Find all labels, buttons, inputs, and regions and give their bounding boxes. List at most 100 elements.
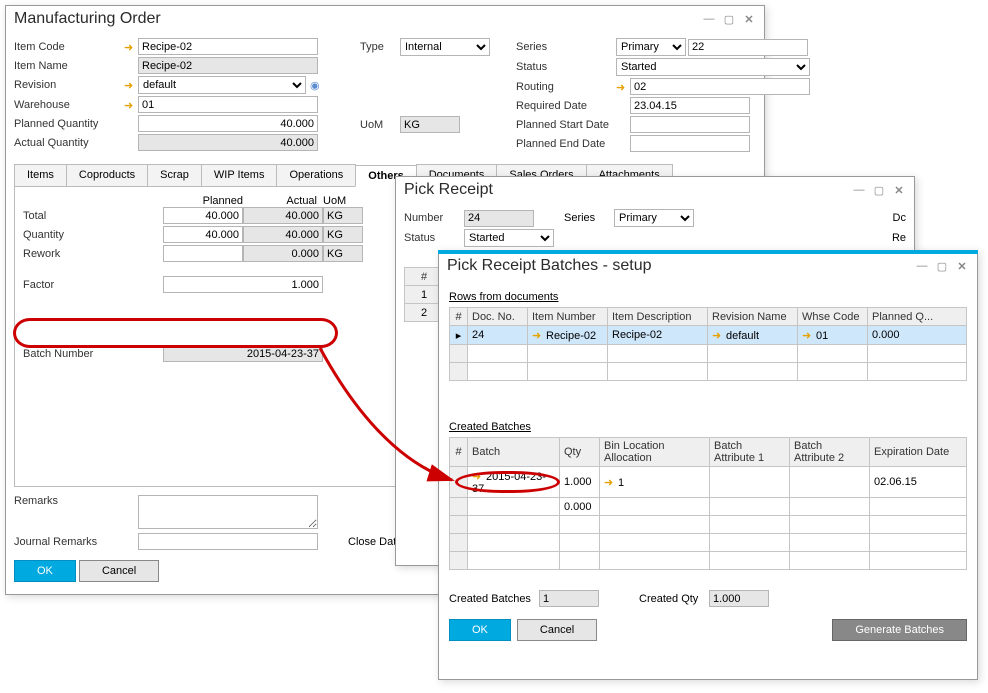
- arrow-icon[interactable]: [124, 98, 136, 112]
- qty-planned-input[interactable]: [163, 226, 243, 243]
- label-number: Number: [404, 212, 464, 224]
- info-icon[interactable]: ◉: [310, 79, 320, 92]
- prb-titlebar: Pick Receipt Batches - setup — ▢ ✕: [439, 253, 977, 281]
- cancel-button[interactable]: Cancel: [79, 560, 159, 582]
- tab-operations[interactable]: Operations: [276, 164, 356, 186]
- docs-row-empty[interactable]: [450, 345, 967, 363]
- ok-button[interactable]: OK: [449, 619, 511, 641]
- planned-start-input[interactable]: [630, 116, 750, 133]
- planned-qty-input[interactable]: [138, 115, 318, 132]
- col-bin[interactable]: Bin Location Allocation: [600, 438, 710, 467]
- created-batches-input: [539, 590, 599, 607]
- series-select[interactable]: Primary: [616, 38, 686, 56]
- planned-end-input[interactable]: [630, 135, 750, 152]
- pick-receipt-batches-window: Pick Receipt Batches - setup — ▢ ✕ Rows …: [438, 250, 978, 680]
- label-quantity: Quantity: [23, 229, 163, 241]
- ok-button[interactable]: OK: [14, 560, 76, 582]
- label-planned-start: Planned Start Date: [516, 119, 616, 131]
- batch-row-empty[interactable]: [450, 534, 967, 552]
- rework-planned-input[interactable]: [163, 245, 243, 262]
- col-whse[interactable]: Whse Code: [798, 308, 868, 326]
- minimize-icon[interactable]: —: [702, 13, 716, 26]
- mo-window-controls: — ▢ ✕: [702, 13, 756, 26]
- batch-row-empty[interactable]: [450, 552, 967, 570]
- arrow-icon[interactable]: [712, 328, 724, 342]
- label-created-qty: Created Qty: [639, 593, 709, 605]
- batch-row[interactable]: 2015-04-23-37 1.000 1 02.06.15: [450, 467, 967, 498]
- close-icon[interactable]: ✕: [955, 260, 969, 273]
- cell-item-no: Recipe-02: [546, 330, 596, 342]
- label-uom: UoM: [360, 119, 400, 131]
- series-no-input[interactable]: [688, 39, 808, 56]
- col-hash: #: [450, 308, 468, 326]
- prb-window-controls: — ▢ ✕: [915, 260, 969, 273]
- arrow-icon[interactable]: [472, 469, 484, 483]
- col-doc-no[interactable]: Doc. No.: [468, 308, 528, 326]
- tab-scrap[interactable]: Scrap: [147, 164, 202, 186]
- section-created-batches: Created Batches: [449, 421, 967, 433]
- prb-title: Pick Receipt Batches - setup: [447, 257, 652, 275]
- item-code-input[interactable]: [138, 38, 318, 55]
- col-actual: Actual: [243, 195, 323, 207]
- col-exp[interactable]: Expiration Date: [870, 438, 967, 467]
- cell-qty: 1.000: [560, 467, 600, 498]
- arrow-icon[interactable]: [532, 328, 544, 342]
- cell-doc-no: 24: [468, 326, 528, 345]
- arrow-icon[interactable]: [124, 40, 136, 54]
- tab-items[interactable]: Items: [14, 164, 67, 186]
- batch-number-input: [163, 345, 323, 362]
- arrow-icon[interactable]: [802, 328, 814, 342]
- col-qty[interactable]: Qty: [560, 438, 600, 467]
- type-select[interactable]: Internal: [400, 38, 490, 56]
- col-batch[interactable]: Batch: [468, 438, 560, 467]
- rework-actual-input: [243, 245, 323, 262]
- label-batch-number: Batch Number: [23, 348, 163, 360]
- col-hash: #: [450, 438, 468, 467]
- close-icon[interactable]: ✕: [742, 13, 756, 26]
- label-item-code: Item Code: [14, 41, 124, 53]
- batches-grid: # Batch Qty Bin Location Allocation Batc…: [449, 437, 967, 570]
- total-planned-input[interactable]: [163, 207, 243, 224]
- maximize-icon[interactable]: ▢: [872, 184, 886, 197]
- journal-remarks-input[interactable]: [138, 533, 318, 550]
- minimize-icon[interactable]: —: [915, 260, 929, 273]
- docs-row-empty[interactable]: [450, 363, 967, 381]
- status-select[interactable]: Started: [616, 58, 810, 76]
- remarks-textarea[interactable]: [138, 495, 318, 529]
- created-qty-input: [709, 590, 769, 607]
- minimize-icon[interactable]: —: [852, 184, 866, 197]
- docs-row-selected[interactable]: ▸ 24 Recipe-02 Recipe-02 default 01 0.00…: [450, 326, 967, 345]
- col-planned-q[interactable]: Planned Q...: [868, 308, 967, 326]
- col-item-desc[interactable]: Item Description: [608, 308, 708, 326]
- label-re: Re: [892, 232, 906, 244]
- cell-whse: 01: [816, 330, 828, 342]
- col-attr2[interactable]: Batch Attribute 2: [790, 438, 870, 467]
- col-item-no[interactable]: Item Number: [528, 308, 608, 326]
- batch-row-empty[interactable]: [450, 516, 967, 534]
- factor-input[interactable]: [163, 276, 323, 293]
- arrow-icon[interactable]: [124, 78, 136, 92]
- pr-series-select[interactable]: Primary: [614, 209, 694, 227]
- col-attr1[interactable]: Batch Attribute 1: [710, 438, 790, 467]
- tab-wip-items[interactable]: WIP Items: [201, 164, 278, 186]
- close-icon[interactable]: ✕: [892, 184, 906, 197]
- label-dc: Dc: [893, 212, 906, 224]
- revision-select[interactable]: default: [138, 76, 306, 94]
- routing-input[interactable]: [630, 78, 810, 95]
- generate-batches-button[interactable]: Generate Batches: [832, 619, 967, 641]
- pr-status-select[interactable]: Started: [464, 229, 554, 247]
- col-revision[interactable]: Revision Name: [708, 308, 798, 326]
- mo-title: Manufacturing Order: [14, 10, 161, 28]
- maximize-icon[interactable]: ▢: [722, 13, 736, 26]
- cell-bin: 1: [618, 477, 624, 489]
- label-revision: Revision: [14, 79, 124, 91]
- batch-row[interactable]: 0.000: [450, 498, 967, 516]
- warehouse-input[interactable]: [138, 96, 318, 113]
- tab-coproducts[interactable]: Coproducts: [66, 164, 148, 186]
- mo-titlebar: Manufacturing Order — ▢ ✕: [6, 6, 764, 34]
- maximize-icon[interactable]: ▢: [935, 260, 949, 273]
- required-date-input[interactable]: [630, 97, 750, 114]
- arrow-icon[interactable]: [604, 475, 616, 489]
- cancel-button[interactable]: Cancel: [517, 619, 597, 641]
- arrow-icon[interactable]: [616, 80, 628, 94]
